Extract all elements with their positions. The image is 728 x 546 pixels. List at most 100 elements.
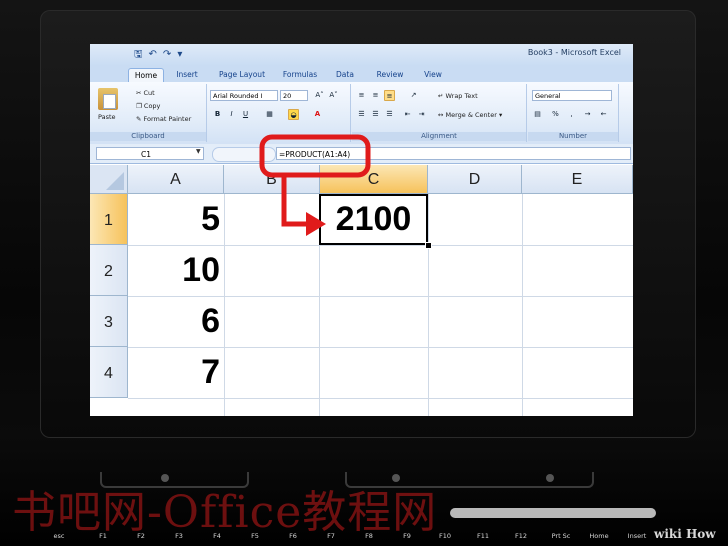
scissors-icon: ✂: [136, 89, 144, 97]
title-bar: 🖫 ↶ ↷ ▾ Book3 - Microsoft Excel: [90, 44, 633, 66]
row-header-4[interactable]: 4: [90, 347, 128, 398]
align-bottom-icon[interactable]: ≡: [384, 90, 395, 101]
key-home[interactable]: Home: [584, 532, 614, 540]
decrease-indent-icon[interactable]: ⇤: [402, 109, 413, 120]
italic-button[interactable]: I: [226, 109, 237, 120]
keyboard-function-row: esc F1 F2 F3 F4 F5 F6 F7 F8 F9 F10 F11 F…: [0, 530, 728, 546]
tab-home[interactable]: Home: [128, 68, 164, 83]
key-f10[interactable]: F10: [430, 532, 460, 540]
wrap-text-button[interactable]: ↵ Wrap Text: [438, 92, 478, 100]
copy-icon: ❐: [136, 102, 144, 110]
cell-c1-active[interactable]: 2100: [319, 194, 428, 245]
select-all-corner[interactable]: [90, 165, 128, 194]
grid-line: [224, 194, 225, 416]
underline-button[interactable]: U: [240, 109, 251, 120]
window-title: Book3 - Microsoft Excel: [527, 48, 621, 57]
tab-insert[interactable]: Insert: [170, 68, 204, 82]
column-header-a[interactable]: A: [128, 165, 224, 194]
column-header-e[interactable]: E: [522, 165, 633, 194]
watermark-bar: [450, 508, 656, 518]
bold-button[interactable]: B: [212, 109, 223, 120]
tab-review[interactable]: Review: [370, 68, 410, 82]
increase-decimal-icon[interactable]: →: [582, 109, 593, 120]
fill-handle[interactable]: [425, 242, 432, 249]
key-f12[interactable]: F12: [506, 532, 536, 540]
merge-center-button[interactable]: ↔ Merge & Center ▾: [438, 111, 502, 119]
insert-function-area[interactable]: [212, 147, 276, 162]
number-group: General ▤ % , → ← Number: [528, 84, 619, 142]
excel-window: 🖫 ↶ ↷ ▾ Book3 - Microsoft Excel Home Ins…: [90, 44, 633, 416]
row-header-1[interactable]: 1: [90, 194, 128, 245]
key-f8[interactable]: F8: [354, 532, 384, 540]
format-painter-button[interactable]: ✎ Format Painter: [136, 115, 191, 123]
orientation-icon[interactable]: ↗: [408, 90, 419, 101]
wrap-text-label: Wrap Text: [445, 92, 478, 100]
align-left-icon[interactable]: ☰: [356, 109, 367, 120]
laptop-frame: 🖫 ↶ ↷ ▾ Book3 - Microsoft Excel Home Ins…: [0, 0, 728, 546]
chevron-down-icon[interactable]: ▼: [196, 148, 201, 155]
hinge-dot: [546, 474, 554, 482]
key-f7[interactable]: F7: [316, 532, 346, 540]
key-f1[interactable]: F1: [88, 532, 118, 540]
tab-page-layout[interactable]: Page Layout: [212, 68, 272, 82]
key-f4[interactable]: F4: [202, 532, 232, 540]
align-middle-icon[interactable]: ≡: [370, 90, 381, 101]
paste-button[interactable]: Paste: [98, 113, 116, 121]
borders-icon[interactable]: ▦: [264, 109, 275, 120]
tab-data[interactable]: Data: [330, 68, 360, 82]
row-header-3[interactable]: 3: [90, 296, 128, 347]
key-f6[interactable]: F6: [278, 532, 308, 540]
font-name-select[interactable]: Arial Rounded I: [210, 90, 278, 101]
font-group: Arial Rounded I 20 A˄ A˅ B I U ▦ ◒ A: [208, 84, 351, 142]
worksheet-grid: A B C D E 1 2 3 4 5 10 6 7 2100: [90, 165, 633, 416]
key-f3[interactable]: F3: [164, 532, 194, 540]
key-f9[interactable]: F9: [392, 532, 422, 540]
cell-a4[interactable]: 7: [128, 347, 220, 398]
font-color-icon[interactable]: A: [312, 109, 323, 120]
shrink-font-icon[interactable]: A˅: [328, 90, 339, 101]
column-header-b[interactable]: B: [224, 165, 320, 194]
cell-a2[interactable]: 10: [128, 245, 220, 296]
align-top-icon[interactable]: ≡: [356, 90, 367, 101]
cell-a3[interactable]: 6: [128, 296, 220, 347]
currency-icon[interactable]: ▤: [532, 109, 543, 120]
number-format-select[interactable]: General: [532, 90, 612, 101]
copy-label: Copy: [143, 102, 161, 110]
tab-formulas[interactable]: Formulas: [278, 68, 322, 82]
clipboard-group-label: Clipboard: [90, 132, 206, 141]
ribbon: Paste ✂ Cut ❐ Copy ✎ Format Painter Clip…: [90, 82, 633, 145]
key-insert[interactable]: Insert: [622, 532, 652, 540]
row-header-2[interactable]: 2: [90, 245, 128, 296]
cell-a1[interactable]: 5: [128, 194, 220, 245]
key-f11[interactable]: F11: [468, 532, 498, 540]
merge-center-label: Merge & Center: [445, 111, 497, 119]
paste-icon[interactable]: [98, 88, 118, 110]
percent-icon[interactable]: %: [550, 109, 561, 120]
key-f5[interactable]: F5: [240, 532, 270, 540]
clipboard-group: Paste ✂ Cut ❐ Copy ✎ Format Painter Clip…: [90, 84, 207, 142]
cut-button[interactable]: ✂ Cut: [136, 89, 155, 97]
merge-icon: ↔: [438, 111, 446, 119]
column-header-c[interactable]: C: [320, 165, 428, 194]
name-box[interactable]: C1: [96, 147, 204, 160]
key-esc[interactable]: esc: [44, 532, 74, 540]
align-right-icon[interactable]: ☰: [384, 109, 395, 120]
format-painter-label: Format Painter: [143, 115, 192, 123]
column-header-d[interactable]: D: [428, 165, 522, 194]
align-center-icon[interactable]: ☰: [370, 109, 381, 120]
grow-font-icon[interactable]: A˄: [314, 90, 325, 101]
tab-view[interactable]: View: [418, 68, 448, 82]
copy-button[interactable]: ❐ Copy: [136, 102, 160, 110]
font-size-select[interactable]: 20: [280, 90, 308, 101]
grid-line: [522, 194, 523, 416]
key-prtsc[interactable]: Prt Sc: [546, 532, 576, 540]
alignment-group: ≡ ≡ ≡ ↗ ↵ Wrap Text ☰ ☰ ☰ ⇤ ⇥ ↔ Merge & …: [352, 84, 527, 142]
fill-color-icon[interactable]: ◒: [288, 109, 299, 120]
comma-icon[interactable]: ,: [566, 109, 577, 120]
alignment-group-label: Alignment: [352, 132, 526, 141]
formula-input[interactable]: =PRODUCT(A1:A4): [276, 147, 631, 160]
ribbon-tabs: Home Insert Page Layout Formulas Data Re…: [90, 66, 633, 83]
decrease-decimal-icon[interactable]: ←: [598, 109, 609, 120]
increase-indent-icon[interactable]: ⇥: [416, 109, 427, 120]
key-f2[interactable]: F2: [126, 532, 156, 540]
